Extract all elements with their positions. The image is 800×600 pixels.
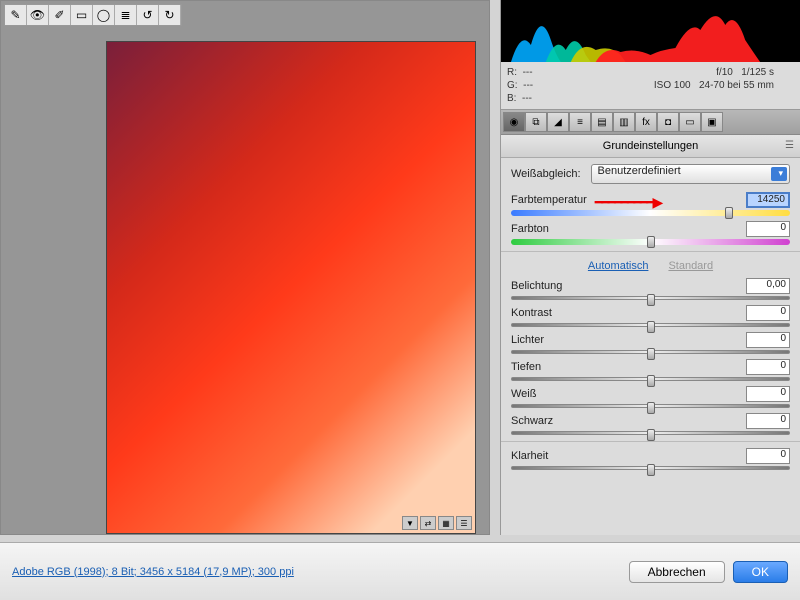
r-value: --- (523, 67, 533, 78)
highlights-thumb[interactable] (647, 348, 655, 360)
separator (501, 441, 800, 442)
temp-value[interactable]: 14250 (746, 192, 790, 208)
g-label: G: (507, 80, 518, 91)
standard-link[interactable]: Standard (668, 260, 713, 272)
tab-curve-icon[interactable]: ⧉ (525, 112, 547, 132)
tab-split-icon[interactable]: ▤ (591, 112, 613, 132)
exposure-thumb[interactable] (647, 294, 655, 306)
rotate-right-icon[interactable]: ↻ (159, 5, 181, 25)
shutter: 1/125 s (741, 67, 774, 78)
tint-label: Farbton (511, 223, 549, 235)
wb-value: Benutzerdefiniert (598, 165, 681, 177)
blacks-thumb[interactable] (647, 429, 655, 441)
aperture: f/10 (716, 67, 733, 78)
lens: 24-70 bei 55 mm (699, 80, 774, 91)
tint-slider[interactable] (511, 239, 790, 245)
exposure-value[interactable]: 0,00 (746, 278, 790, 294)
panel-tabs: ◉ ⧉ ◢ ≡ ▤ ▥ fx ◘ ▭ ▣ (501, 109, 800, 135)
contrast-thumb[interactable] (647, 321, 655, 333)
blacks-label: Schwarz (511, 415, 553, 427)
panel-title: Grundeinstellungen ☰ (501, 135, 800, 158)
highlights-value[interactable]: 0 (746, 332, 790, 348)
sliders-icon[interactable]: ☰ (456, 516, 472, 530)
filter-icon[interactable]: ▼ (402, 516, 418, 530)
histogram[interactable] (501, 0, 800, 62)
panel-menu-icon[interactable]: ☰ (785, 140, 794, 151)
clarity-label: Klarheit (511, 450, 548, 462)
rect-tool-icon[interactable]: ▭ (71, 5, 93, 25)
contrast-slider[interactable] (511, 323, 790, 327)
contrast-value[interactable]: 0 (746, 305, 790, 321)
eye-tool-icon[interactable]: 👁 (27, 5, 49, 25)
r-label: R: (507, 67, 517, 78)
compare-icon[interactable]: ⇄ (420, 516, 436, 530)
rotate-left-icon[interactable]: ↺ (137, 5, 159, 25)
blacks-value[interactable]: 0 (746, 413, 790, 429)
preview-footer-controls: ▼ ⇄ ▦ ☰ (402, 516, 472, 530)
shadows-value[interactable]: 0 (746, 359, 790, 375)
footer: Adobe RGB (1998); 8 Bit; 3456 x 5184 (17… (0, 542, 800, 600)
clarity-slider[interactable] (511, 466, 790, 470)
tint-thumb[interactable] (647, 236, 655, 248)
toolbar: ✎ 👁 ✐ ▭ ◯ ≣ ↺ ↻ (4, 4, 182, 26)
wb-label: Weißabgleich: (511, 168, 581, 180)
annotation-arrow: ━━━━━━━━━▶ (595, 194, 662, 211)
clarity-value[interactable]: 0 (746, 448, 790, 464)
wb-select[interactable]: Benutzerdefiniert (591, 164, 791, 184)
metadata: R: --- G: --- B: --- f/10 1/125 s ISO 10… (501, 62, 800, 109)
tab-fx-icon[interactable]: fx (635, 112, 657, 132)
g-value: --- (523, 80, 533, 91)
image-info-link[interactable]: Adobe RGB (1998); 8 Bit; 3456 x 5184 (17… (12, 566, 294, 578)
temp-slider[interactable]: ━━━━━━━━━▶ (511, 210, 790, 216)
crop-tool-icon[interactable]: ✎ (5, 5, 27, 25)
tab-basic-icon[interactable]: ◉ (503, 112, 525, 132)
whites-thumb[interactable] (647, 402, 655, 414)
tab-hsl-icon[interactable]: ≡ (569, 112, 591, 132)
oval-tool-icon[interactable]: ◯ (93, 5, 115, 25)
grid-icon[interactable]: ▦ (438, 516, 454, 530)
list-tool-icon[interactable]: ≣ (115, 5, 137, 25)
highlights-label: Lichter (511, 334, 544, 346)
preview-area: ✎ 👁 ✐ ▭ ◯ ≣ ↺ ↻ ▼ ⇄ ▦ ☰ (0, 0, 490, 535)
tab-lens-icon[interactable]: ▥ (613, 112, 635, 132)
tint-value[interactable]: 0 (746, 221, 790, 237)
shadows-slider[interactable] (511, 377, 790, 381)
whites-value[interactable]: 0 (746, 386, 790, 402)
panel-title-text: Grundeinstellungen (603, 140, 698, 152)
tab-snapshots-icon[interactable]: ▣ (701, 112, 723, 132)
tab-presets-icon[interactable]: ▭ (679, 112, 701, 132)
image-preview[interactable]: ▼ ⇄ ▦ ☰ (106, 41, 476, 534)
shadows-thumb[interactable] (647, 375, 655, 387)
blacks-slider[interactable] (511, 431, 790, 435)
highlights-slider[interactable] (511, 350, 790, 354)
tab-detail-icon[interactable]: ◢ (547, 112, 569, 132)
basic-controls: Weißabgleich: Benutzerdefiniert Farbtemp… (501, 158, 800, 481)
brush-tool-icon[interactable]: ✐ (49, 5, 71, 25)
right-panel: R: --- G: --- B: --- f/10 1/125 s ISO 10… (500, 0, 800, 535)
b-value: --- (522, 93, 532, 104)
cancel-button[interactable]: Abbrechen (629, 561, 725, 583)
whites-label: Weiß (511, 388, 536, 400)
exposure-slider[interactable] (511, 296, 790, 300)
clarity-thumb[interactable] (647, 464, 655, 476)
iso: ISO 100 (654, 80, 691, 91)
shadows-label: Tiefen (511, 361, 541, 373)
tab-camera-icon[interactable]: ◘ (657, 112, 679, 132)
exposure-label: Belichtung (511, 280, 562, 292)
separator (501, 251, 800, 252)
whites-slider[interactable] (511, 404, 790, 408)
temp-thumb[interactable] (725, 207, 733, 219)
ok-button[interactable]: OK (733, 561, 788, 583)
contrast-label: Kontrast (511, 307, 552, 319)
auto-link[interactable]: Automatisch (588, 260, 649, 272)
b-label: B: (507, 93, 516, 104)
temp-label: Farbtemperatur (511, 194, 587, 206)
